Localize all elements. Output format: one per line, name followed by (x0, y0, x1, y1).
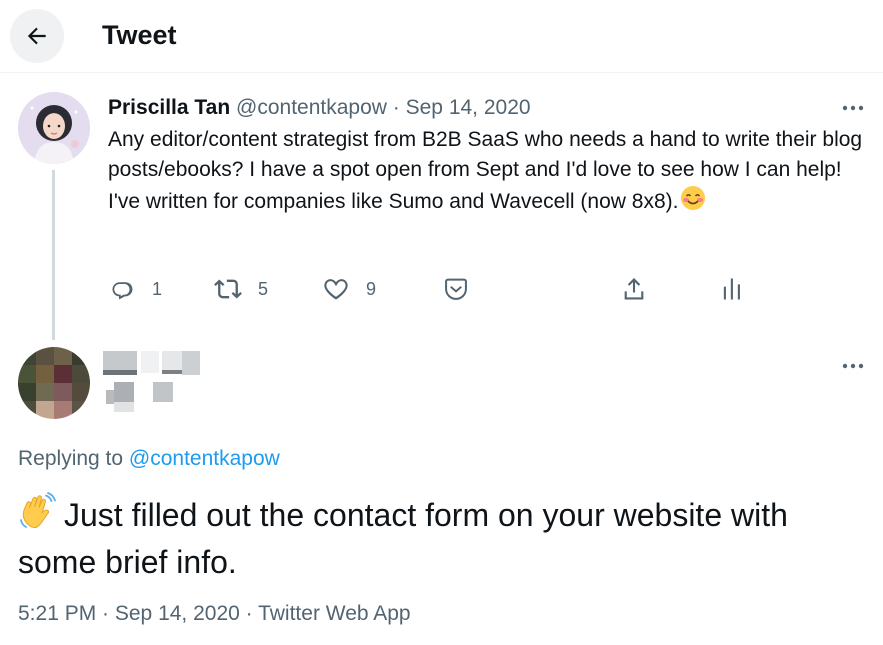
more-options-button[interactable] (838, 96, 868, 120)
waving-hand-emoji-icon (18, 492, 58, 542)
heart-icon (324, 279, 348, 300)
reply-icon (112, 282, 133, 300)
reply-button[interactable]: 1 (108, 274, 162, 304)
tweet-timestamp[interactable]: 5:21 PM · Sep 14, 2020 · Twitter Web App (18, 601, 411, 627)
analytics-button[interactable] (718, 274, 746, 304)
replying-handle-link[interactable]: @contentkapow (129, 447, 280, 470)
retweet-count: 5 (258, 278, 269, 299)
tweet-text: Any editor/content strategist from B2B S… (108, 125, 868, 220)
author-name[interactable]: Priscilla Tan (108, 96, 230, 119)
page-title: Tweet (102, 20, 177, 50)
analytics-icon (723, 278, 740, 300)
separator: · (392, 96, 400, 119)
more-icon (842, 363, 864, 369)
author-avatar[interactable] (18, 92, 90, 164)
replying-to: Replying to @contentkapow (18, 446, 280, 472)
page-header: Tweet (0, 0, 883, 73)
like-button[interactable]: 9 (322, 274, 376, 304)
reply-tweet-body: Just filled out the contact form on your… (18, 497, 788, 580)
reply-more-options-button[interactable] (838, 354, 868, 378)
arrow-left-icon (27, 27, 46, 45)
retweet-icon (214, 279, 242, 299)
author-handle[interactable]: @contentkapow (236, 96, 387, 119)
smiling-face-emoji-icon (680, 185, 706, 220)
more-icon (842, 105, 864, 111)
replying-prefix: Replying to (18, 447, 129, 470)
retweet-button[interactable]: 5 (214, 274, 268, 304)
share-icon (624, 278, 644, 300)
tweet-text-body: Any editor/content strategist from B2B S… (108, 128, 863, 213)
revue-button[interactable] (442, 274, 470, 304)
reply-count: 1 (152, 278, 163, 299)
like-count: 9 (366, 278, 377, 299)
thread-line (52, 170, 55, 340)
tweet-header: Priscilla Tan @contentkapow · Sep 14, 20… (108, 95, 531, 121)
tweet-date[interactable]: Sep 14, 2020 (406, 96, 531, 119)
author-avatar-image (18, 92, 90, 164)
share-button[interactable] (620, 274, 648, 304)
reply-tweet-text: Just filled out the contact form on your… (18, 492, 868, 583)
reply-author-avatar[interactable] (18, 347, 90, 419)
back-button[interactable] (10, 9, 64, 63)
tweet-actions: 1 5 9 (108, 274, 748, 304)
revue-icon (445, 278, 467, 300)
